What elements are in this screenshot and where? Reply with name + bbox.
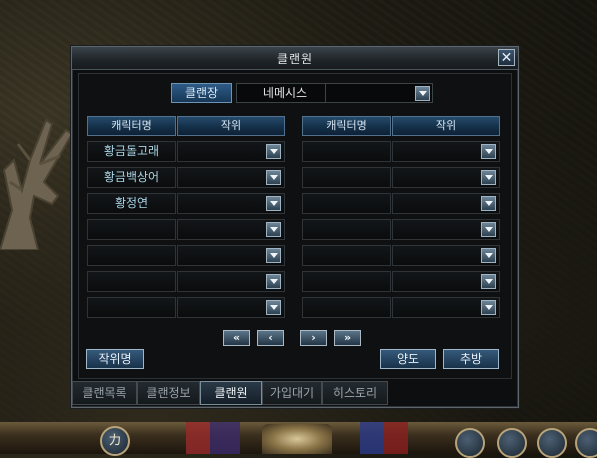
divider xyxy=(325,84,326,102)
member-name[interactable]: 황금돌고래 xyxy=(87,141,176,162)
window-tabs: 클랜목록 클랜정보 클랜원 가입대기 히스토리 xyxy=(72,381,518,405)
rank-select[interactable] xyxy=(177,167,285,188)
members-panel: 클랜장 네메시스 캐릭터명 작위 황금돌고래 황금백상어 황정연 캐릭터명 작위… xyxy=(78,73,512,379)
table-row[interactable] xyxy=(302,245,500,266)
last-page-button[interactable]: » xyxy=(334,330,361,346)
table-row[interactable] xyxy=(302,141,500,162)
member-name[interactable] xyxy=(302,193,391,214)
table-row[interactable] xyxy=(87,297,285,318)
table-row[interactable]: 황금돌고래 xyxy=(87,141,285,162)
column-header-character-name: 캐릭터명 xyxy=(302,116,391,136)
rank-select[interactable] xyxy=(392,245,500,266)
first-page-button[interactable]: « xyxy=(223,330,250,346)
tab-clan-list[interactable]: 클랜목록 xyxy=(72,381,137,405)
table-row[interactable] xyxy=(302,193,500,214)
table-row[interactable] xyxy=(87,271,285,292)
table-row[interactable] xyxy=(87,245,285,266)
hud-skill-orb[interactable]: カ xyxy=(100,426,130,456)
members-table-left: 캐릭터명 작위 황금돌고래 황금백상어 황정연 xyxy=(87,116,285,318)
tab-clan-info[interactable]: 클랜정보 xyxy=(137,381,200,405)
prev-page-button[interactable]: ‹ xyxy=(257,330,284,346)
member-name[interactable] xyxy=(87,271,176,292)
rank-select[interactable] xyxy=(392,297,500,318)
next-page-button[interactable]: › xyxy=(300,330,327,346)
chevron-down-icon[interactable] xyxy=(415,86,430,101)
chevron-down-icon[interactable] xyxy=(481,300,496,315)
chevron-down-icon[interactable] xyxy=(481,222,496,237)
rank-select[interactable] xyxy=(392,167,500,188)
chevron-down-icon[interactable] xyxy=(266,144,281,159)
chevron-down-icon[interactable] xyxy=(266,248,281,263)
table-row[interactable] xyxy=(302,297,500,318)
chevron-down-icon[interactable] xyxy=(266,300,281,315)
rank-select[interactable] xyxy=(177,141,285,162)
chevron-down-icon[interactable] xyxy=(266,170,281,185)
tab-join-pending[interactable]: 가입대기 xyxy=(262,381,322,405)
clan-leader-select[interactable]: 네메시스 xyxy=(236,83,433,103)
transfer-button[interactable]: 양도 xyxy=(380,349,436,369)
table-row[interactable]: 황정연 xyxy=(87,193,285,214)
clan-leader-label: 클랜장 xyxy=(171,83,232,103)
clan-members-window: 클랜원 ✕ 클랜장 네메시스 캐릭터명 작위 황금돌고래 황금백상어 황정연 캐… xyxy=(71,46,519,408)
member-name[interactable] xyxy=(302,167,391,188)
column-header-rank: 작위 xyxy=(177,116,285,136)
rank-name-button[interactable]: 작위명 xyxy=(86,349,144,369)
member-name[interactable] xyxy=(302,297,391,318)
chevron-down-icon[interactable] xyxy=(481,196,496,211)
rank-select[interactable] xyxy=(392,141,500,162)
table-row[interactable] xyxy=(302,167,500,188)
table-row[interactable] xyxy=(302,219,500,240)
hud-center-ornament xyxy=(262,424,332,454)
rank-select[interactable] xyxy=(177,193,285,214)
tab-clan-members[interactable]: 클랜원 xyxy=(200,381,262,405)
table-header: 캐릭터명 작위 xyxy=(302,116,500,136)
member-name[interactable] xyxy=(302,245,391,266)
member-name[interactable] xyxy=(87,297,176,318)
chevron-down-icon[interactable] xyxy=(481,144,496,159)
column-header-rank: 작위 xyxy=(392,116,500,136)
table-row[interactable]: 황금백상어 xyxy=(87,167,285,188)
rank-select[interactable] xyxy=(177,245,285,266)
tab-history[interactable]: 히스토리 xyxy=(322,381,388,405)
dead-tree-scenery xyxy=(0,100,80,251)
member-name[interactable] xyxy=(302,271,391,292)
member-name[interactable]: 황정연 xyxy=(87,193,176,214)
rank-select[interactable] xyxy=(177,271,285,292)
close-button[interactable]: ✕ xyxy=(498,49,515,66)
window-titlebar[interactable]: 클랜원 ✕ xyxy=(72,47,518,70)
rank-select[interactable] xyxy=(392,219,500,240)
table-row[interactable] xyxy=(302,271,500,292)
rank-select[interactable] xyxy=(177,297,285,318)
member-name[interactable] xyxy=(87,219,176,240)
member-name[interactable] xyxy=(87,245,176,266)
rank-select[interactable] xyxy=(392,271,500,292)
members-table-right: 캐릭터명 작위 xyxy=(302,116,500,318)
window-title: 클랜원 xyxy=(276,52,314,66)
column-header-character-name: 캐릭터명 xyxy=(87,116,176,136)
chevron-down-icon[interactable] xyxy=(266,222,281,237)
chevron-down-icon[interactable] xyxy=(481,274,496,289)
chevron-down-icon[interactable] xyxy=(266,274,281,289)
table-header: 캐릭터명 작위 xyxy=(87,116,285,136)
rank-select[interactable] xyxy=(177,219,285,240)
rank-select[interactable] xyxy=(392,193,500,214)
clan-leader-name: 네메시스 xyxy=(262,86,308,100)
member-name[interactable]: 황금백상어 xyxy=(87,167,176,188)
expel-button[interactable]: 추방 xyxy=(443,349,499,369)
chevron-down-icon[interactable] xyxy=(266,196,281,211)
member-name[interactable] xyxy=(302,219,391,240)
table-row[interactable] xyxy=(87,219,285,240)
member-name[interactable] xyxy=(302,141,391,162)
chevron-down-icon[interactable] xyxy=(481,248,496,263)
chevron-down-icon[interactable] xyxy=(481,170,496,185)
